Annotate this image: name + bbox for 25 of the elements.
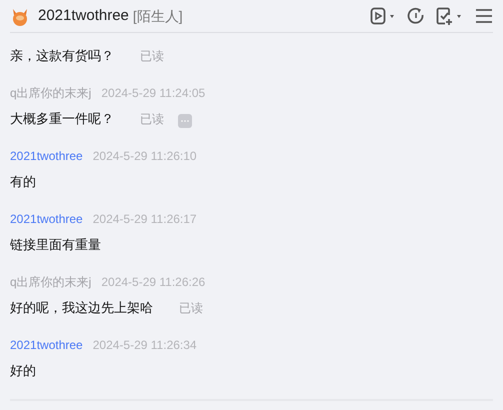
message-text: 好的呢，我这边先上架哈 [10, 299, 153, 318]
message-time: 2024-5-29 11:26:10 [92, 148, 197, 165]
sender-name: 2021twothree [10, 148, 83, 165]
contact-name: 2021twothree [38, 6, 129, 26]
sender-name: 2021twothree [10, 211, 83, 228]
message-text: 有的 [10, 173, 36, 192]
read-status: 已读 [140, 111, 164, 128]
refresh-button[interactable] [407, 7, 425, 25]
message-time: 2024-5-29 11:26:17 [92, 211, 197, 228]
sender-name: 2021twothree [10, 337, 83, 354]
menu-button[interactable] [475, 8, 493, 24]
read-status: 已读 [179, 300, 203, 317]
message-text: 好的 [10, 362, 36, 380]
contact-tag: [陌生人] [132, 6, 183, 26]
message-text: 亲，这款有货吗？ [10, 47, 114, 66]
message-time: 2024-5-29 11:26:26 [101, 274, 206, 291]
read-status: 已读 [140, 48, 164, 65]
sender-name: q出席你的末来j [10, 274, 92, 291]
message-text: 链接里面有重量 [10, 236, 101, 254]
message-time: 2024-5-29 11:24:05 [101, 85, 206, 102]
sender-name: q出席你的末来j [10, 85, 92, 102]
message-time: 2024-5-29 11:26:34 [92, 337, 197, 354]
message-text: 大概多重一件呢？ [10, 110, 114, 128]
video-call-button[interactable] [370, 7, 396, 25]
task-button[interactable] [436, 7, 464, 25]
